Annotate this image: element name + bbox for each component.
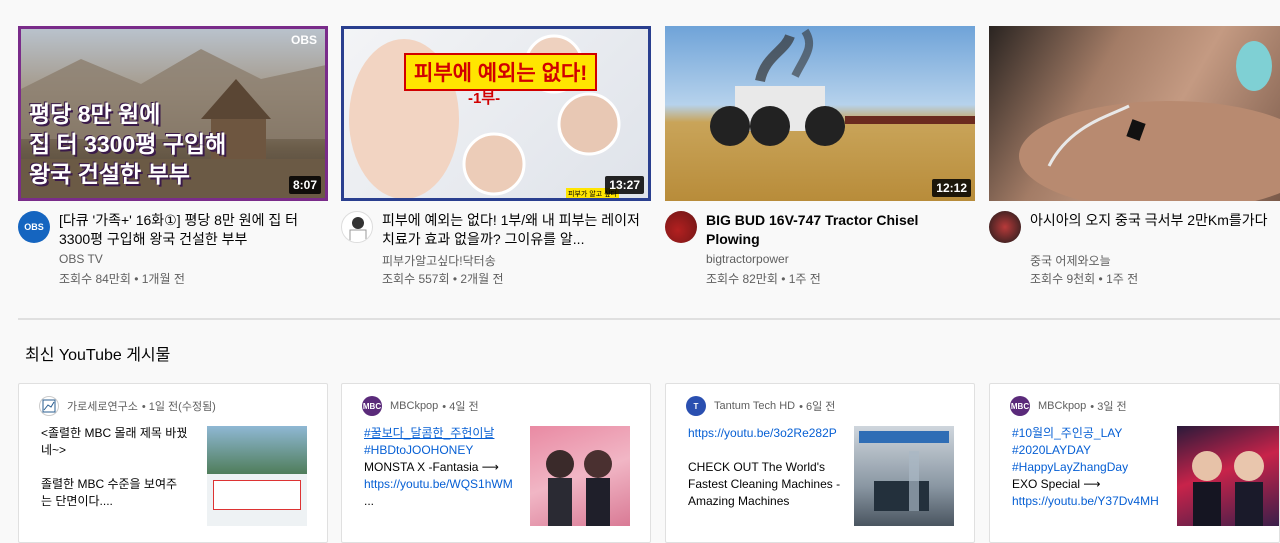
caption-line: 평당 8만 원에: [29, 101, 161, 127]
post-header: T Tantum Tech HD • 6일 전: [686, 396, 835, 416]
post-author[interactable]: MBCkpop: [390, 400, 438, 412]
screenshot-header: [207, 426, 307, 474]
hashtag-link[interactable]: #HBDtoJOOHONEY: [364, 442, 519, 459]
post-line: Fastest Cleaning Machines -: [688, 477, 841, 491]
post-image[interactable]: [1177, 426, 1279, 526]
post-line: 는 단면이다....: [41, 494, 113, 508]
avatar-label: MBC: [1010, 401, 1030, 411]
community-post[interactable]: MBC MBCkpop • 3일 전 #10월의_주인공_LAY #2020LA…: [989, 383, 1280, 543]
avatar-label: MBC: [362, 401, 382, 411]
post-header: 가로세로연구소 • 1일 전(수정됨): [39, 396, 216, 416]
post-image[interactable]: [207, 426, 307, 526]
video-card[interactable]: 12:12 BIG BUD 16V-747 Tractor Chisel Plo…: [665, 26, 975, 291]
channel-name[interactable]: bigtractorpower: [706, 252, 789, 266]
channel-badge: OBS: [290, 33, 317, 47]
channel-avatar[interactable]: [665, 211, 697, 243]
community-post[interactable]: MBC MBCkpop • 4일 전 #꿀보다_달콤한_주헌이날 #HBDtoJ…: [341, 383, 651, 543]
thumbnail-scene: [710, 28, 975, 146]
video-title[interactable]: [다큐 '가족+' 16화①] 평당 8만 원에 집 터 3300평 구입해 왕…: [59, 211, 317, 249]
community-post[interactable]: 가로세로연구소 • 1일 전(수정됨) <졸렬한 MBC 몰래 제목 바꿨 네~…: [18, 383, 328, 543]
video-duration: 13:27: [605, 176, 644, 194]
thumbnail-caption: 평당 8만 원에 집 터 3300평 구입해 왕국 건설한 부부: [29, 99, 226, 189]
hashtag-link[interactable]: #HappyLayZhangDay: [1012, 459, 1167, 476]
post-line: <졸렬한 MBC 몰래 제목 바꿨: [41, 426, 188, 440]
channel-avatar[interactable]: [989, 211, 1021, 243]
post-image[interactable]: [530, 426, 630, 526]
post-time: • 4일 전: [442, 401, 479, 413]
url-link[interactable]: https://youtu.be/WQS1hWM: [364, 476, 519, 493]
video-stats: 조회수 9천회 • 1주 전: [1030, 272, 1139, 286]
post-author[interactable]: MBCkpop: [1038, 400, 1086, 412]
video-duration: 8:07: [288, 176, 321, 194]
url-link[interactable]: https://youtu.be/Y37Dv4MH: [1012, 493, 1167, 510]
video-card[interactable]: 아시아의 오지 중국 극서부 2만Km를가다 중국 어제와오늘 조회수 9천회 …: [989, 26, 1280, 291]
portrait-graphic: [546, 450, 612, 526]
video-thumbnail[interactable]: OBS 평당 8만 원에 집 터 3300평 구입해 왕국 건설한 부부 8:0…: [18, 26, 328, 201]
post-line: [688, 442, 843, 459]
video-title[interactable]: 아시아의 오지 중국 극서부 2만Km를가다: [1030, 211, 1270, 230]
caption-line: 왕국 건설한 부부: [29, 161, 190, 187]
avatar-label: OBS: [24, 222, 44, 232]
channel-avatar[interactable]: [39, 396, 59, 416]
video-duration: 12:12: [932, 179, 971, 197]
post-line: 네~>: [41, 443, 67, 457]
recommended-videos: OBS 평당 8만 원에 집 터 3300평 구입해 왕국 건설한 부부 8:0…: [0, 0, 1280, 320]
post-body: #꿀보다_달콤한_주헌이날 #HBDtoJOOHONEY MONSTA X -F…: [364, 425, 519, 510]
post-time: • 1일 전(수정됨): [141, 401, 216, 413]
hashtag-link[interactable]: #10월의_주인공_LAY: [1012, 425, 1167, 442]
thumbnail-scene: [1019, 41, 1280, 201]
hashtag-link[interactable]: #꿀보다_달콤한_주헌이날: [364, 425, 519, 442]
post-author[interactable]: 가로세로연구소: [67, 398, 138, 414]
channel-avatar[interactable]: MBC: [362, 396, 382, 416]
post-body: https://youtu.be/3o2Re282P CHECK OUT The…: [688, 425, 843, 510]
thumbnail-banner: 피부에 예외는 없다!: [404, 53, 598, 91]
section-title: 최신 YouTube 게시물: [25, 347, 171, 364]
channel-avatar[interactable]: [341, 211, 373, 243]
video-card[interactable]: 피부에 예외는 없다! -1부- 피부가 알고 싶다 13:27 피부에 예외는…: [341, 26, 651, 291]
post-image[interactable]: [854, 426, 954, 526]
channel-avatar[interactable]: T: [686, 396, 706, 416]
section-divider: [18, 318, 1280, 320]
hashtag-link[interactable]: #2020LAYDAY: [1012, 442, 1167, 459]
post-line: EXO Special ⟶: [1012, 477, 1101, 491]
video-stats: 조회수 557회 • 2개월 전: [382, 272, 504, 286]
video-stats: 조회수 82만회 • 1주 전: [706, 272, 821, 286]
channel-name[interactable]: 피부가알고싶다!닥터송: [382, 252, 496, 269]
video-title[interactable]: BIG BUD 16V-747 Tractor Chisel Plowing: [706, 211, 964, 249]
video-title[interactable]: 피부에 예외는 없다! 1부/왜 내 피부는 레이저치료가 효과 없을까? 그이…: [382, 211, 640, 249]
post-author[interactable]: Tantum Tech HD: [714, 400, 795, 412]
avatar-label: T: [693, 401, 699, 411]
video-thumbnail[interactable]: 피부에 예외는 없다! -1부- 피부가 알고 싶다 13:27: [341, 26, 651, 201]
channel-avatar[interactable]: MBC: [1010, 396, 1030, 416]
post-time: • 6일 전: [799, 401, 836, 413]
portrait-graphic: [1192, 451, 1264, 526]
screenshot-body: [213, 480, 301, 510]
video-stats: 조회수 84만회 • 1개월 전: [59, 272, 185, 286]
post-line: MONSTA X -Fantasia ⟶: [364, 460, 500, 474]
post-time: • 3일 전: [1090, 401, 1127, 413]
post-line: CHECK OUT The World's: [688, 460, 825, 474]
post-more: ...: [364, 494, 375, 508]
car-wash-graphic: [859, 431, 949, 511]
video-thumbnail[interactable]: 12:12: [665, 26, 975, 201]
video-thumbnail[interactable]: [989, 26, 1280, 201]
post-body: #10월의_주인공_LAY #2020LAYDAY #HappyLayZhang…: [1012, 425, 1167, 510]
thumbnail-subtitle: -1부-: [468, 90, 501, 107]
caption-line: 집 터 3300평 구입해: [29, 131, 227, 157]
post-line: 졸렬한 MBC 수준을 보여주: [41, 477, 178, 491]
post-body: <졸렬한 MBC 몰래 제목 바꿨 네~> 졸렬한 MBC 수준을 보여주 는 …: [41, 425, 196, 510]
url-link[interactable]: https://youtu.be/3o2Re282P: [688, 425, 843, 442]
channel-name[interactable]: 중국 어제와오늘: [1030, 252, 1111, 269]
community-post[interactable]: T Tantum Tech HD • 6일 전 https://youtu.be…: [665, 383, 975, 543]
channel-avatar[interactable]: OBS: [18, 211, 50, 243]
channel-name[interactable]: OBS TV: [59, 252, 103, 266]
doctor-icon: [349, 217, 367, 242]
post-line: Amazing Machines: [688, 494, 790, 508]
post-header: MBC MBCkpop • 3일 전: [1010, 396, 1127, 416]
chart-icon: [42, 399, 56, 413]
video-card[interactable]: OBS 평당 8만 원에 집 터 3300평 구입해 왕국 건설한 부부 8:0…: [18, 26, 328, 291]
post-line: [41, 459, 196, 476]
post-header: MBC MBCkpop • 4일 전: [362, 396, 479, 416]
